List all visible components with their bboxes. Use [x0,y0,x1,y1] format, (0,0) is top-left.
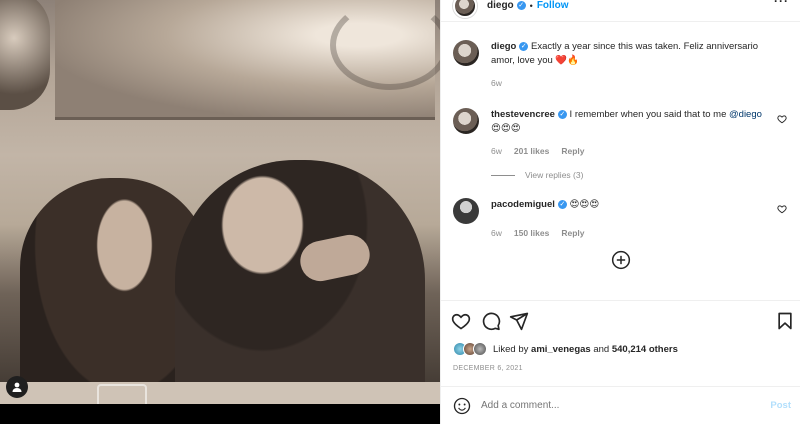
emoji-icon[interactable] [453,397,471,415]
paper-plane-icon[interactable] [509,311,529,331]
likes-others-count[interactable]: 540,214 others [612,344,678,355]
tagged-user-icon[interactable] [6,376,28,398]
caption-username[interactable]: diego [491,41,516,52]
comment-emojis: 😍😍😍 [491,123,521,134]
commenter-username[interactable]: pacodemiguel [491,199,555,210]
post-panel: diego ✓ • Follow ··· diego ✓ Exactly a ye… [440,0,800,424]
action-bar [441,300,800,340]
author-avatar[interactable] [453,0,477,18]
view-replies-button[interactable]: View replies (3) [491,170,583,180]
likes-prefix: Liked by [493,343,529,355]
commenter-avatar[interactable] [453,198,479,224]
comment-likes[interactable]: 150 likes [514,226,549,240]
liker-avatars[interactable] [453,342,487,356]
comment-mention[interactable]: @diego [729,109,762,120]
caption-meta: 6w [491,76,771,90]
caption-text: Exactly a year since this was taken. Fel… [491,41,759,66]
comment-heart-icon[interactable] [777,204,787,214]
post-photo[interactable] [0,0,440,408]
commenter-avatar[interactable] [453,108,479,134]
verified-icon: ✓ [557,199,567,209]
verified-icon: ✓ [516,1,526,10]
comment-item: pacodemiguel ✓ 😍😍😍 6w 150 likes Reply [453,198,793,240]
reply-button[interactable]: Reply [561,144,584,158]
verified-icon: ✓ [519,41,529,51]
more-horizontal-icon[interactable]: ··· [774,0,789,8]
caption-age[interactable]: 6w [491,76,502,90]
author-username[interactable]: diego [487,0,514,11]
liker-username[interactable]: ami_venegas [531,344,591,355]
comment-heart-icon[interactable] [777,114,787,124]
likes-summary: Liked by ami_venegas and 540,214 others [453,342,678,356]
commenter-username[interactable]: thestevencree [491,109,555,120]
caption: diego ✓ Exactly a year since this was tak… [453,40,793,90]
separator-dot: • [529,0,533,11]
bookmark-icon[interactable] [775,311,795,331]
heart-icon[interactable] [451,311,471,331]
caption-avatar[interactable] [453,40,479,66]
comment-item: thestevencree ✓ I remember when you said … [453,108,793,158]
photo-person-man [175,160,425,408]
reply-button[interactable]: Reply [561,226,584,240]
post-date[interactable]: DECEMBER 6, 2021 [453,365,523,372]
comment-body: pacodemiguel ✓ 😍😍😍 6w 150 likes Reply [491,198,771,240]
comment-meta: 6w 150 likes Reply [491,226,771,240]
follow-button[interactable]: Follow [537,0,569,11]
caption-body: diego ✓ Exactly a year since this was tak… [491,40,771,90]
comment-body: thestevencree ✓ I remember when you said … [491,108,771,158]
post-button[interactable]: Post [770,400,791,411]
comment-composer: Post [441,386,800,424]
liker-avatar [473,342,487,356]
wall-art-left [0,0,50,110]
comment-meta: 6w 201 likes Reply [491,144,771,158]
post-header: diego ✓ • Follow ··· [441,0,800,22]
comment-age[interactable]: 6w [491,144,502,158]
comment-icon[interactable] [481,311,501,331]
photo-bottom-bar [0,404,440,424]
view-replies-label: View replies (3) [525,170,584,180]
view-replies-line [491,174,515,176]
load-more-comments-icon[interactable] [611,250,631,270]
comment-input[interactable] [481,400,771,411]
comment-text: I remember when you said that to me [569,109,727,120]
comment-emojis: 😍😍😍 [569,199,600,210]
verified-icon: ✓ [557,109,567,119]
wall-art-swirl [330,0,440,90]
comment-likes[interactable]: 201 likes [514,144,549,158]
comment-age[interactable]: 6w [491,226,502,240]
likes-and: and [593,343,610,355]
